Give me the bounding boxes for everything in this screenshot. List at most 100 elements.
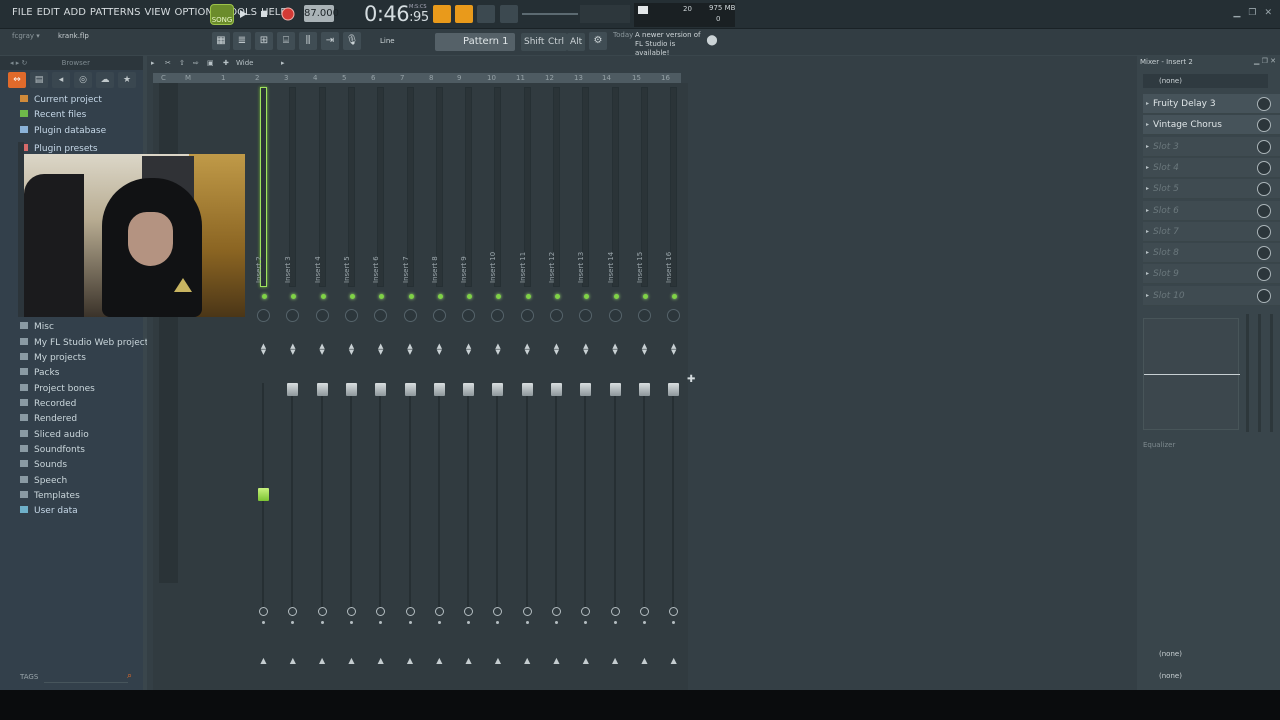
- pan-knob[interactable]: [257, 309, 270, 322]
- volume-fader[interactable]: [463, 383, 475, 396]
- record-button[interactable]: [279, 5, 297, 23]
- mixer-strip[interactable]: Insert 2 ▲ ▼ ▲: [249, 83, 278, 690]
- mute-led-icon[interactable]: [291, 294, 297, 299]
- stereo-separation-icon[interactable]: ▲ ▼: [612, 343, 619, 356]
- eq-band-high-fader[interactable]: [1270, 314, 1273, 432]
- volume-fader[interactable]: [492, 383, 504, 396]
- mixer-strip[interactable]: Insert 15 ▲ ▼ ▲: [629, 83, 659, 690]
- effect-slot[interactable]: ▸ Slot 8: [1143, 243, 1280, 264]
- mute-led-icon[interactable]: [525, 294, 531, 299]
- stereo-separation-icon[interactable]: ▲ ▼: [319, 343, 326, 356]
- volume-fader[interactable]: [638, 383, 650, 396]
- mixer-strip[interactable]: Insert 5 ▲ ▼ ▲: [336, 83, 366, 690]
- browser-item-current-project[interactable]: Current project: [20, 95, 102, 110]
- send-knob[interactable]: [376, 607, 386, 616]
- song-mode-button[interactable]: SONG: [210, 4, 234, 25]
- mixer-strip[interactable]: Insert 4 ▲ ▼ ▲: [307, 83, 337, 690]
- slot-mix-knob[interactable]: [1257, 118, 1271, 133]
- stereo-separation-icon[interactable]: ▲ ▼: [436, 343, 443, 356]
- send-knob[interactable]: [464, 607, 474, 616]
- close-icon[interactable]: ✕: [1264, 8, 1272, 18]
- route-arrow-icon[interactable]: ▲: [259, 657, 268, 665]
- pan-knob[interactable]: [286, 309, 300, 322]
- channel-rack-icon[interactable]: ≣: [233, 32, 251, 50]
- countdown-icon[interactable]: [455, 5, 473, 23]
- route-arrow-icon[interactable]: ▲: [523, 657, 532, 665]
- slot-mix-knob[interactable]: [1257, 139, 1271, 154]
- send-knob[interactable]: [288, 607, 298, 616]
- eq-band-low-fader[interactable]: [1246, 314, 1249, 432]
- stereo-separation-icon[interactable]: ▲ ▼: [260, 343, 267, 356]
- volume-fader[interactable]: [668, 383, 680, 396]
- effect-slot[interactable]: ▸ Vintage Chorus: [1143, 115, 1280, 136]
- update-news[interactable]: A newer version of FL Studio is availabl…: [613, 31, 709, 58]
- browser-item-recorded[interactable]: Recorded: [20, 399, 76, 414]
- volume-fader[interactable]: [345, 383, 357, 396]
- volume-fader[interactable]: [551, 383, 562, 396]
- volume-fader[interactable]: [287, 383, 299, 396]
- browser-cloud-icon[interactable]: ☁: [96, 72, 114, 88]
- snap-select[interactable]: Line: [378, 33, 420, 50]
- stereo-separation-icon[interactable]: ▲ ▼: [377, 343, 384, 356]
- browser-item-rendered[interactable]: Rendered: [20, 414, 77, 429]
- mute-led-icon[interactable]: [496, 294, 502, 299]
- pan-knob[interactable]: [374, 309, 388, 322]
- stereo-separation-icon[interactable]: ▲ ▼: [670, 343, 677, 356]
- mixer-strip[interactable]: Insert 14 ▲ ▼ ▲: [600, 83, 630, 690]
- send-knob[interactable]: [639, 607, 649, 616]
- browser-item-misc[interactable]: Misc: [20, 322, 54, 337]
- send-knob[interactable]: [405, 607, 415, 616]
- browser-item-speech[interactable]: Speech: [20, 476, 67, 491]
- stereo-separation-icon[interactable]: ▲ ▼: [348, 343, 355, 356]
- stereo-separation-icon[interactable]: ▲ ▼: [524, 343, 531, 356]
- mixer-strip[interactable]: Insert 8 ▲ ▼ ▲: [424, 83, 454, 690]
- pattern-song-toggle-icon[interactable]: [433, 5, 451, 23]
- browser-plugins-icon[interactable]: ◂: [52, 72, 70, 88]
- browser-item-project-bones[interactable]: Project bones: [20, 384, 95, 399]
- mixer-strip[interactable]: Insert 6 ▲ ▼ ▲: [366, 83, 396, 690]
- send-knob[interactable]: [522, 607, 532, 616]
- browser-item-templates[interactable]: Templates: [20, 491, 80, 506]
- mute-led-icon[interactable]: [320, 294, 326, 299]
- audio-input-select[interactable]: (none): [1143, 74, 1268, 88]
- loop-record-icon[interactable]: [477, 5, 495, 23]
- pan-knob[interactable]: [403, 309, 417, 322]
- stereo-separation-icon[interactable]: ▲ ▼: [465, 343, 472, 356]
- slot-mix-knob[interactable]: [1257, 224, 1271, 239]
- route-arrow-icon[interactable]: ▲: [640, 657, 649, 665]
- slot-mix-knob[interactable]: [1257, 160, 1271, 175]
- playlist-icon[interactable]: ▦: [212, 32, 230, 50]
- mixer-view-label[interactable]: Wide: [236, 59, 253, 67]
- pan-knob[interactable]: [637, 309, 651, 322]
- route-arrow-icon[interactable]: ▲: [552, 657, 561, 665]
- mute-led-icon[interactable]: [555, 294, 560, 299]
- effect-slot[interactable]: ▸ Slot 10: [1143, 285, 1280, 306]
- shift-key-button[interactable]: Shift: [521, 33, 548, 51]
- mute-led-icon[interactable]: [262, 294, 267, 299]
- mixer-strip[interactable]: Insert 3 ▲ ▼ ▲: [278, 83, 308, 690]
- mute-led-icon[interactable]: [672, 294, 678, 299]
- update-icon[interactable]: ⬤: [704, 32, 720, 50]
- slot-mix-knob[interactable]: [1257, 267, 1271, 282]
- pan-knob[interactable]: [520, 309, 534, 322]
- browser-item-soundfonts[interactable]: Soundfonts: [20, 445, 85, 460]
- search-icon[interactable]: ⌕: [127, 671, 132, 681]
- mute-led-icon[interactable]: [467, 294, 473, 299]
- menu-file[interactable]: FILE: [12, 7, 33, 18]
- slot-mix-knob[interactable]: [1257, 288, 1271, 303]
- effect-slot[interactable]: ▸ Slot 9: [1143, 264, 1280, 285]
- stereo-separation-icon[interactable]: ▲ ▼: [553, 343, 560, 356]
- menu-add[interactable]: ADD: [64, 7, 86, 18]
- slot-mix-knob[interactable]: [1257, 246, 1271, 261]
- stereo-separation-icon[interactable]: ▲ ▼: [582, 343, 589, 356]
- volume-fader[interactable]: [580, 383, 592, 396]
- stereo-separation-icon[interactable]: ▲ ▼: [494, 343, 501, 356]
- microphone-icon[interactable]: 🎙: [343, 32, 361, 50]
- mixer-strip[interactable]: Insert 11 ▲ ▼ ▲: [512, 83, 542, 690]
- effect-slot[interactable]: ▸ Slot 3: [1143, 136, 1280, 157]
- mixer-strip[interactable]: Insert 13 ▲ ▼ ▲: [571, 83, 601, 690]
- pan-knob[interactable]: [432, 309, 446, 322]
- metronome-icon[interactable]: [500, 5, 518, 23]
- send-knob[interactable]: [346, 607, 356, 616]
- pan-knob[interactable]: [667, 309, 681, 322]
